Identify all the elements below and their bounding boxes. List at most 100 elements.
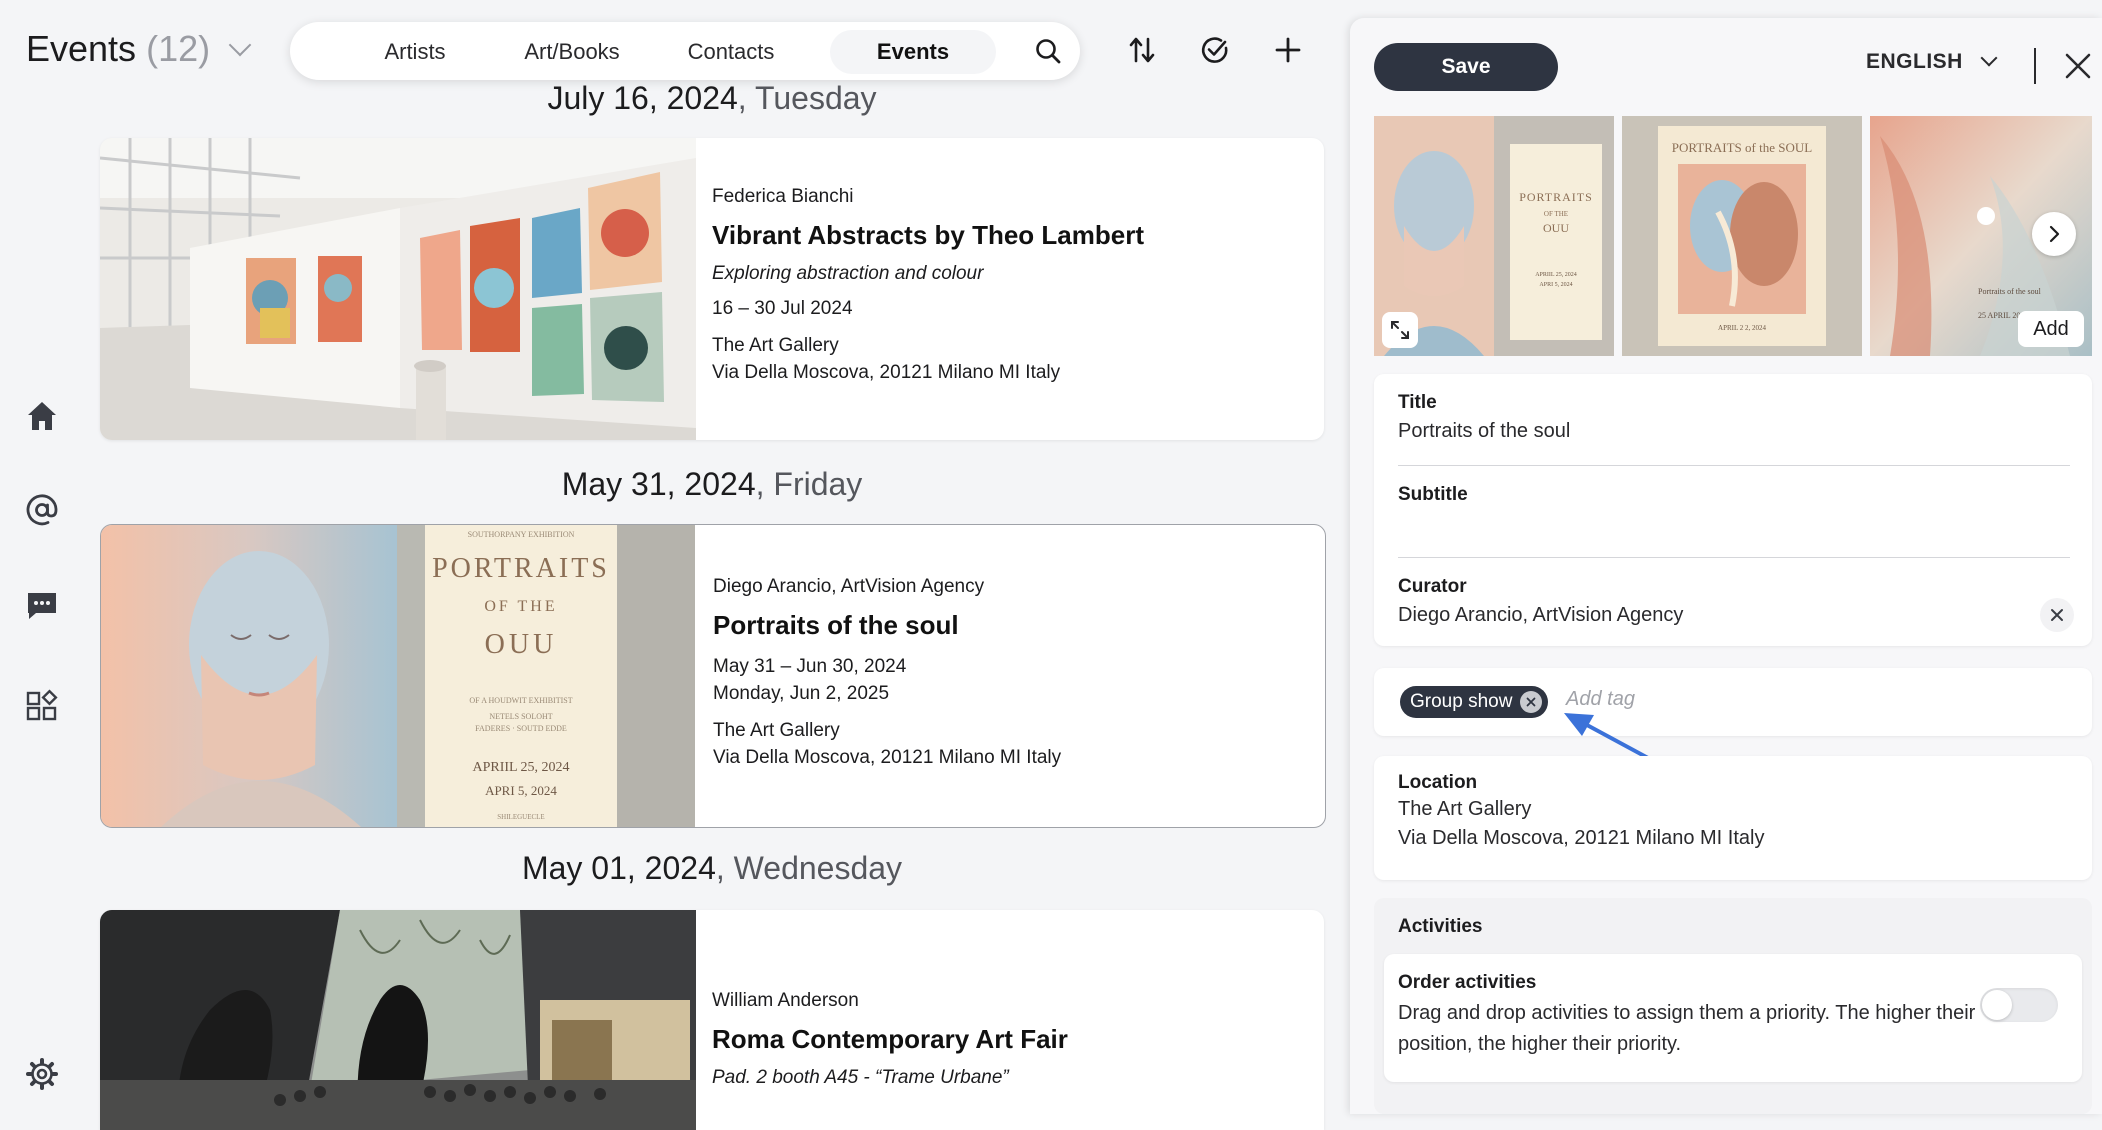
- language-select[interactable]: ENGLISH: [1866, 49, 1998, 74]
- at-icon[interactable]: [22, 490, 62, 530]
- date-heading-date: May 31, 2024: [561, 466, 756, 502]
- gallery-poster-title: PORTRAITS of the SOUL: [1672, 140, 1812, 155]
- event-venue: The Art Gallery: [712, 335, 839, 356]
- event-card[interactable]: Federica Bianchi Vibrant Abstracts by Th…: [100, 138, 1324, 440]
- add-image-button[interactable]: Add: [2018, 311, 2084, 347]
- poster-date-1: APRIIL 25, 2024: [472, 760, 569, 775]
- order-activities-description: Drag and drop activities to assign them …: [1398, 1002, 1976, 1055]
- title-value[interactable]: Portraits of the soul: [1398, 420, 2070, 443]
- order-activities-toggle[interactable]: [1980, 988, 2058, 1022]
- title-label: Title: [1398, 392, 1437, 413]
- poster-date-1: APRIIL 25, 2024: [1535, 272, 1577, 278]
- chat-icon[interactable]: [22, 586, 62, 626]
- event-subtitle: Pad. 2 booth A45 - “Trame Urbane”: [712, 1067, 1009, 1088]
- gallery-image[interactable]: PORTRAITS OF THE OUU APRIIL 25, 2024 APR…: [1374, 116, 1614, 356]
- date-heading-weekday: , Tuesday: [737, 80, 877, 116]
- save-button[interactable]: Save: [1374, 43, 1558, 91]
- apps-icon[interactable]: [22, 686, 62, 726]
- event-subtitle: Exploring abstraction and colour: [712, 263, 984, 284]
- subtitle-label: Subtitle: [1398, 484, 1468, 505]
- divider: [1398, 557, 2070, 558]
- remove-tag-icon[interactable]: [1520, 691, 1543, 713]
- curator-label: Curator: [1398, 576, 1467, 597]
- tag-chip-label: Group show: [1410, 691, 1513, 712]
- chevron-down-icon: [1980, 49, 1998, 67]
- poster-title-3: OUU: [1543, 221, 1569, 235]
- poster-footer: SHILEGUECLE: [497, 813, 544, 821]
- date-heading: May 31, 2024, Friday: [100, 466, 1324, 503]
- tab-artists[interactable]: Artists: [350, 30, 480, 74]
- event-dates-extra: Monday, Jun 2, 2025: [713, 683, 890, 704]
- gallery-image[interactable]: Portraits of the soul 25 APRIL 2024 Add: [1870, 116, 2092, 356]
- tab-contacts[interactable]: Contacts: [662, 30, 800, 74]
- curator-field[interactable]: Curator Diego Arancio, ArtVision Agency: [1398, 576, 2070, 627]
- curator-value[interactable]: Diego Arancio, ArtVision Agency: [1398, 604, 2070, 627]
- event-address: Via Della Moscova, 20121 Milano MI Italy: [713, 747, 1062, 768]
- subtitle-value[interactable]: [1398, 512, 2070, 538]
- date-heading-weekday: , Wednesday: [715, 850, 903, 886]
- event-organizer: Federica Bianchi: [712, 186, 854, 207]
- section-tabs: Artists Art/Books Contacts Events: [290, 22, 1080, 80]
- subtitle-field[interactable]: Subtitle: [1398, 484, 2070, 538]
- date-heading-date: May 01, 2024: [521, 850, 716, 886]
- event-venue: The Art Gallery: [713, 720, 840, 741]
- chevron-down-icon: [228, 33, 252, 57]
- gallery-image[interactable]: PORTRAITS of the SOUL APRIL 2 2, 2024: [1622, 116, 1862, 356]
- image-gallery: PORTRAITS OF THE OUU APRIIL 25, 2024 APR…: [1374, 116, 2092, 356]
- home-icon[interactable]: [22, 396, 62, 436]
- poster-line-3: FADERES · SOUTD EDDE: [475, 724, 567, 733]
- poster-title-2: OF THE: [1544, 210, 1568, 218]
- location-label: Location: [1398, 772, 1478, 793]
- event-thumbnail: [100, 138, 696, 440]
- language-label: ENGLISH: [1866, 50, 1963, 73]
- close-icon[interactable]: [2062, 50, 2094, 82]
- event-card[interactable]: William Anderson Roma Contemporary Art F…: [100, 910, 1324, 1130]
- chevron-right-icon[interactable]: [2032, 212, 2076, 256]
- tag-chip[interactable]: Group show: [1400, 686, 1549, 718]
- page-title-label: Events: [26, 28, 137, 69]
- sort-icon[interactable]: [1122, 30, 1162, 70]
- event-title: Portraits of the soul: [713, 610, 959, 640]
- event-count: (12): [146, 28, 211, 69]
- check-circle-icon[interactable]: [1195, 30, 1235, 70]
- gallery-third-title: Portraits of the soul: [1978, 287, 2042, 296]
- event-info: Diego Arancio, ArtVision Agency Portrait…: [713, 525, 1305, 771]
- title-field[interactable]: Title Portraits of the soul: [1398, 392, 2070, 443]
- poster-title-2: OF THE: [484, 598, 557, 615]
- page-title[interactable]: Events (12): [26, 28, 252, 70]
- event-organizer: Diego Arancio, ArtVision Agency: [713, 576, 985, 597]
- gallery-poster-date: APRIL 2 2, 2024: [1718, 324, 1766, 332]
- poster-date-2: APRI 5, 2024: [1539, 282, 1572, 288]
- event-dates: 16 – 30 Jul 2024: [712, 298, 853, 319]
- poster-title-1: PORTRAITS: [1519, 190, 1593, 204]
- event-organizer: William Anderson: [712, 990, 859, 1011]
- event-title: Vibrant Abstracts by Theo Lambert: [712, 220, 1144, 250]
- event-info: Federica Bianchi Vibrant Abstracts by Th…: [712, 138, 1304, 386]
- date-heading: May 01, 2024, Wednesday: [100, 850, 1324, 887]
- event-dates: May 31 – Jun 30, 2024: [713, 656, 907, 677]
- poster-title-1: PORTRAITS: [432, 553, 610, 584]
- toggle-knob: [1982, 990, 2012, 1020]
- order-activities-label: Order activities: [1398, 972, 1537, 993]
- location-card[interactable]: Location The Art Gallery Via Della Mosco…: [1374, 756, 2092, 880]
- poster-line-1: OF A HOUDWIT EXHIBITIST: [469, 696, 572, 705]
- tab-events[interactable]: Events: [830, 30, 996, 74]
- event-thumbnail: [100, 910, 696, 1130]
- order-activities-row: Order activities Drag and drop activitie…: [1384, 954, 2082, 1082]
- event-address: Via Della Moscova, 20121 Milano MI Italy: [712, 362, 1061, 383]
- settings-icon[interactable]: [22, 1054, 62, 1094]
- clear-curator-icon[interactable]: [2040, 598, 2074, 632]
- expand-icon[interactable]: [1382, 312, 1418, 348]
- date-heading-weekday: , Friday: [755, 466, 863, 502]
- tab-art-books[interactable]: Art/Books: [498, 30, 646, 74]
- poster-heading: SOUTHORPANY EXHIBITION: [468, 530, 575, 539]
- details-card: Title Portraits of the soul Subtitle Cur…: [1374, 374, 2092, 646]
- event-thumbnail: SOUTHORPANY EXHIBITION PORTRAITS OF THE …: [101, 525, 695, 827]
- divider: [2034, 48, 2036, 84]
- location-line-2: Via Della Moscova, 20121 Milano MI Italy: [1398, 827, 1765, 849]
- event-card-selected[interactable]: SOUTHORPANY EXHIBITION PORTRAITS OF THE …: [100, 524, 1326, 828]
- poster-line-2: NETELS SOLOHT: [489, 712, 552, 721]
- divider: [1398, 465, 2070, 466]
- plus-icon[interactable]: [1268, 30, 1308, 70]
- search-icon[interactable]: [1028, 31, 1068, 71]
